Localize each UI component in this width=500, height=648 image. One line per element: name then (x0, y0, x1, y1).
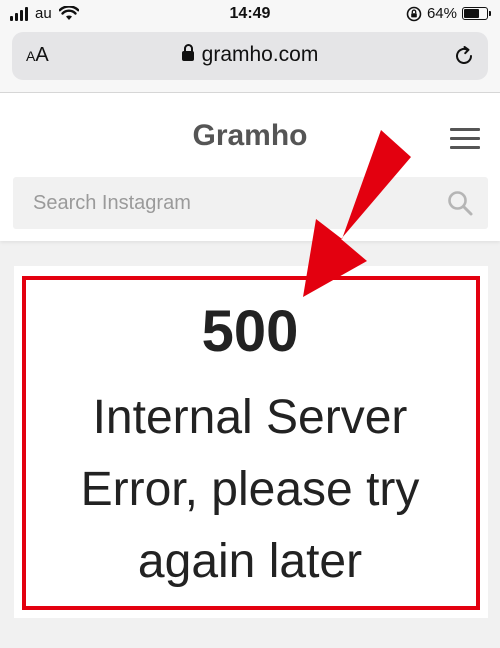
battery-percentage: 64% (426, 5, 457, 22)
phone-screen: au 14:49 64% AA gramho.com Gramho Search… (0, 0, 500, 648)
search-input[interactable] (13, 177, 433, 229)
site-header: Gramho (0, 93, 500, 241)
status-right: 64% (406, 5, 491, 22)
url-display[interactable]: gramho.com (12, 43, 488, 67)
orientation-lock-icon (406, 6, 422, 21)
address-bar[interactable]: AA gramho.com (12, 32, 488, 80)
hamburger-menu-icon[interactable] (450, 128, 480, 150)
error-code: 500 (201, 299, 299, 364)
lock-icon (181, 44, 194, 61)
browser-toolbar: AA gramho.com (0, 30, 500, 93)
battery-level (464, 9, 480, 18)
search-icon[interactable] (446, 189, 474, 217)
search-bar (13, 177, 488, 229)
status-bar: au 14:49 64% (0, 0, 500, 30)
url-text: gramho.com (201, 43, 319, 66)
site-logo[interactable]: Gramho (0, 119, 500, 153)
battery-icon (462, 7, 491, 20)
error-message: Internal Server Error, please try again … (80, 391, 420, 588)
reload-icon[interactable] (452, 44, 476, 68)
